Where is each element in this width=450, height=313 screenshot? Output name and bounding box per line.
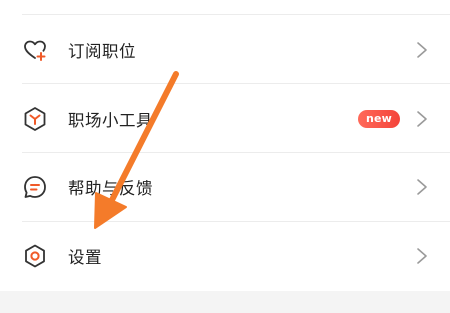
- bottom-gray-band: [0, 291, 450, 313]
- new-badge: new: [357, 110, 400, 128]
- menu-item-settings[interactable]: 设置: [0, 226, 450, 286]
- menu-item-help-feedback[interactable]: 帮助与反馈: [0, 157, 450, 217]
- row-divider: [22, 83, 450, 84]
- menu-item-workplace-tools[interactable]: 职场小工具 new: [0, 89, 450, 149]
- chevron-right-icon: [416, 247, 428, 265]
- settings-menu-screen: 订阅职位 职场小工具 new 帮助与反馈 设置: [0, 0, 450, 313]
- chat-bubble-icon: [21, 173, 49, 201]
- menu-item-label: 职场小工具: [68, 111, 153, 130]
- hexagon-y-icon: [21, 105, 49, 133]
- menu-item-label: 设置: [68, 248, 102, 267]
- menu-item-label: 帮助与反馈: [68, 179, 153, 198]
- row-divider: [22, 221, 450, 222]
- chevron-right-icon: [416, 110, 428, 128]
- chevron-right-icon: [416, 178, 428, 196]
- chevron-right-icon: [416, 41, 428, 59]
- menu-item-label: 订阅职位: [68, 42, 136, 61]
- gear-icon: [21, 242, 49, 270]
- heart-plus-icon: [21, 36, 49, 64]
- row-divider: [22, 152, 450, 153]
- menu-item-subscribe-jobs[interactable]: 订阅职位: [0, 20, 450, 80]
- top-divider: [22, 14, 450, 15]
